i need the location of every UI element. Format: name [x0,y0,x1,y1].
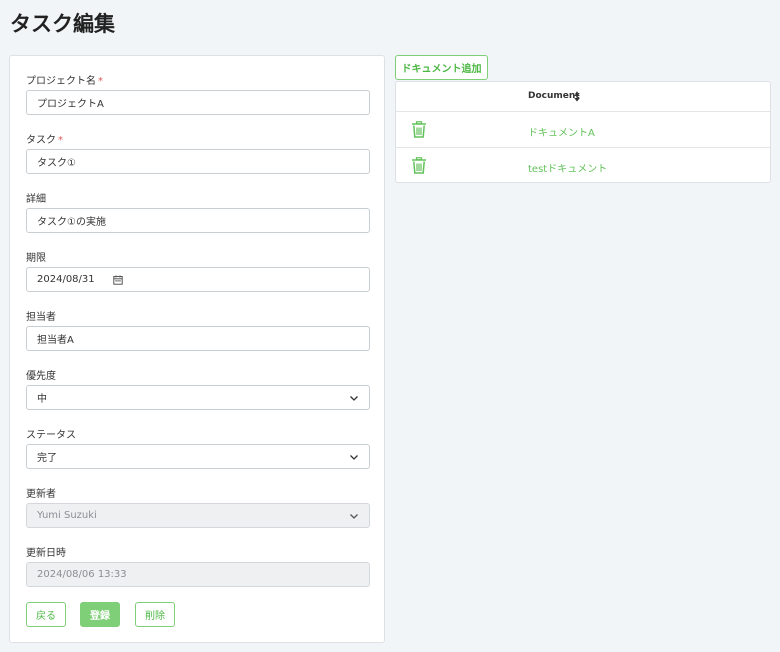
deadline-input[interactable]: 2024/08/31 [26,267,370,292]
task-value: タスク① [37,158,76,169]
status-value: 完了 [37,453,57,464]
document-link[interactable]: ドキュメントA [528,124,595,139]
priority-label: 優先度 [26,371,56,382]
task-label-text: タスク [26,135,56,146]
detail-value: タスク①の実施 [37,217,106,228]
updated-at-value: 2024/08/06 13:33 [37,569,127,580]
task-input[interactable]: タスク① [26,149,370,174]
table-row: testドキュメント [396,148,770,184]
assignee-label: 担当者 [26,312,56,323]
updated-at-label: 更新日時 [26,548,66,559]
project-value: プロジェクトA [37,99,104,110]
table-row: ドキュメントA [396,112,770,148]
status-label: ステータス [26,430,76,441]
updater-label: 更新者 [26,489,56,500]
deadline-label: 期限 [26,253,46,264]
priority-select[interactable]: 中 [26,385,370,410]
priority-value: 中 [37,394,47,405]
project-label-text: プロジェクト名 [26,76,96,87]
updater-value: Yumi Suzuki [37,510,97,521]
back-button[interactable]: 戻る [26,602,66,627]
add-document-button[interactable]: ドキュメント追加 [395,55,488,80]
trash-icon[interactable] [411,121,427,138]
sort-icon[interactable] [574,92,580,102]
table-header: Document [396,82,770,112]
project-input[interactable]: プロジェクトA [26,90,370,115]
document-column-header[interactable]: Document [528,91,580,101]
task-form: プロジェクト名 * プロジェクトA タスク * タスク① 詳細 タスク①の実施 期限… [9,55,385,643]
assignee-value: 担当者A [37,335,74,346]
chevron-down-icon [350,514,358,519]
required-mark: * [58,135,63,146]
trash-icon[interactable] [411,157,427,174]
calendar-icon[interactable] [112,275,123,285]
delete-button[interactable]: 削除 [135,602,175,627]
updater-select: Yumi Suzuki [26,503,370,528]
updated-at-input: 2024/08/06 13:33 [26,562,370,587]
deadline-value: 2024/08/31 [37,274,95,285]
register-button[interactable]: 登録 [80,602,120,627]
status-select[interactable]: 完了 [26,444,370,469]
project-label: プロジェクト名 * [26,72,103,87]
required-mark: * [98,76,103,87]
detail-label: 詳細 [26,194,46,205]
task-label: タスク * [26,131,63,146]
page-title: タスク編集 [10,12,115,36]
document-table: Document ドキュメントA testドキュメント [395,81,771,183]
document-link[interactable]: testドキュメント [528,160,607,175]
chevron-down-icon [350,396,358,401]
detail-input[interactable]: タスク①の実施 [26,208,370,233]
chevron-down-icon [350,455,358,460]
assignee-input[interactable]: 担当者A [26,326,370,351]
